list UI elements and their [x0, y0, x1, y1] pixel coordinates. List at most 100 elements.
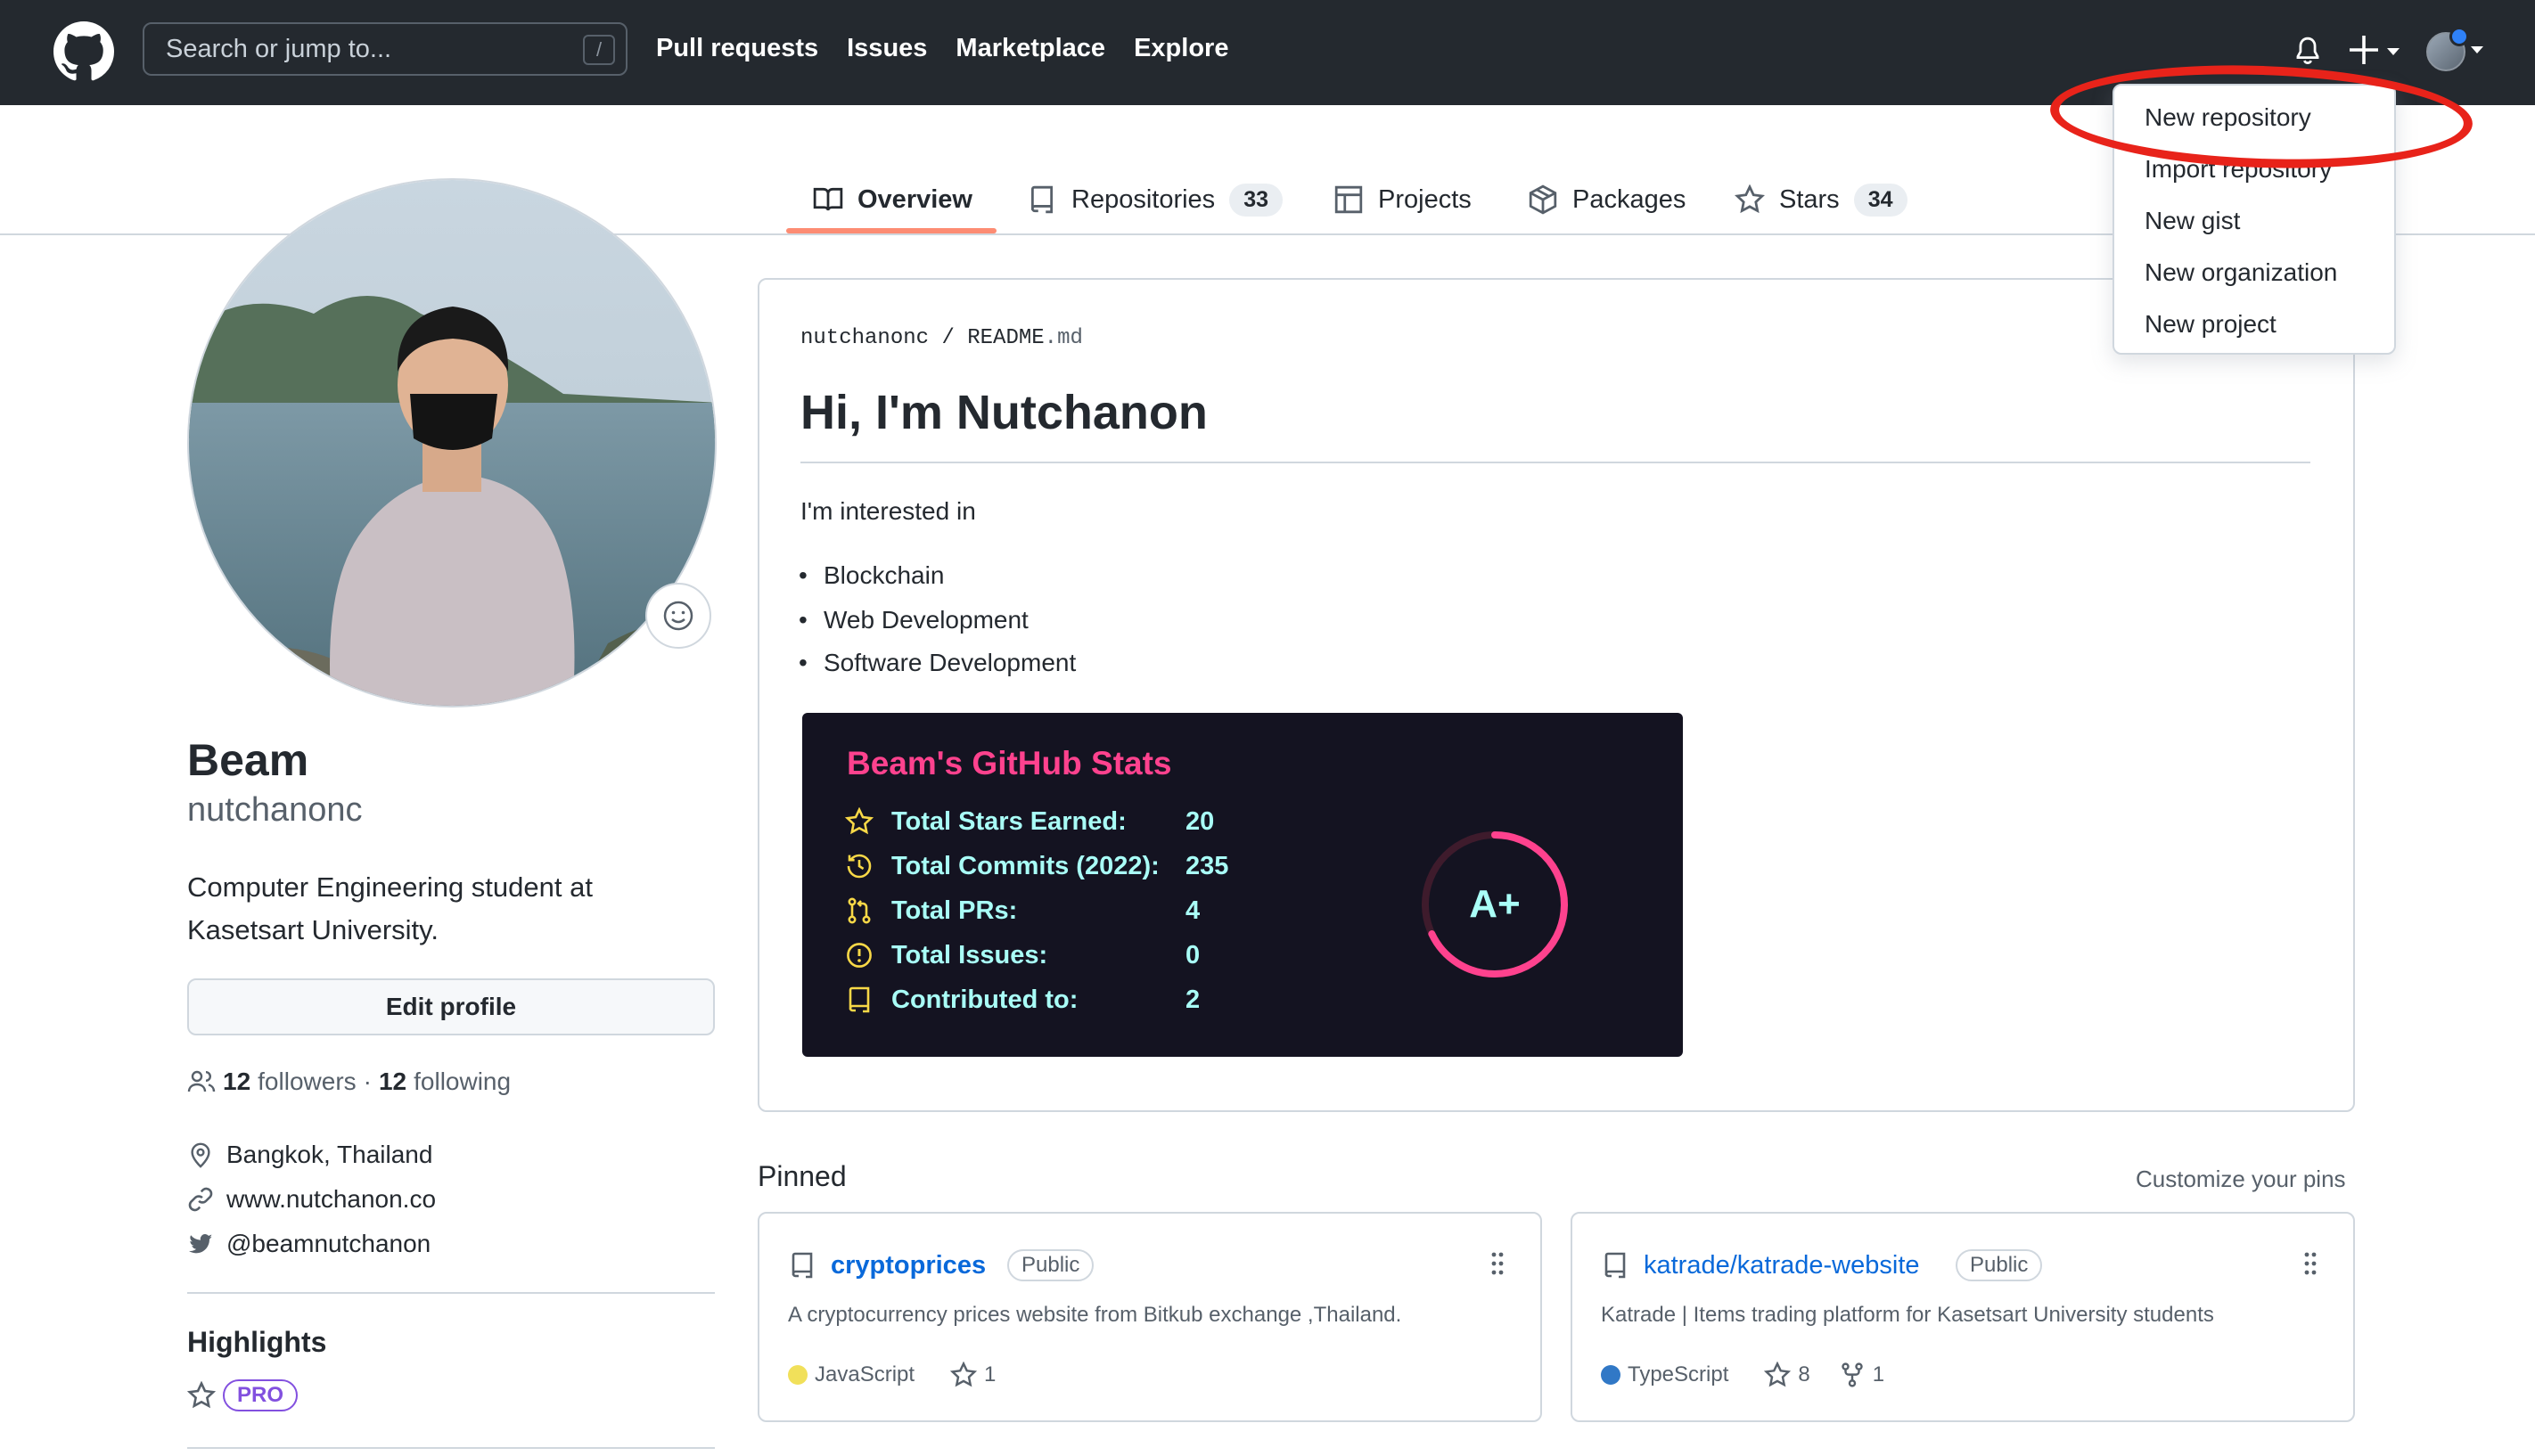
interest-item: Software Development — [799, 649, 1076, 677]
menu-item-new-gist[interactable]: New gist — [2145, 207, 2240, 235]
sidebar-divider — [187, 1292, 715, 1294]
drag-handle-icon[interactable] — [2303, 1251, 2318, 1276]
menu-item-new-organization[interactable]: New organization — [2145, 258, 2337, 287]
customize-pins-link[interactable]: Customize your pins — [2136, 1166, 2346, 1193]
repo-description: Katrade | Items trading platform for Kas… — [1601, 1303, 2214, 1327]
star-icon — [1735, 184, 1765, 214]
star-icon[interactable] — [1764, 1362, 1792, 1388]
chevron-down-icon[interactable] — [2471, 46, 2483, 53]
stat-label: Total PRs: — [891, 896, 1018, 925]
drag-handle-icon[interactable] — [1490, 1251, 1505, 1276]
repositories-count-badge: 33 — [1229, 183, 1283, 217]
tab-overview[interactable]: Overview — [813, 166, 972, 233]
followers-link[interactable]: followers — [258, 1067, 356, 1096]
tab-projects[interactable]: Projects — [1333, 166, 1472, 233]
stat-value: 235 — [1185, 852, 1229, 880]
stat-value: 20 — [1185, 807, 1215, 836]
table-icon — [1334, 185, 1363, 214]
issue-icon — [847, 943, 872, 968]
package-icon — [1529, 184, 1557, 215]
create-new-plus-icon[interactable] — [2350, 32, 2403, 68]
star-icon — [187, 1381, 216, 1409]
location-text: Bangkok, Thailand — [226, 1141, 433, 1168]
profile-username: nutchanonc — [187, 791, 363, 829]
star-icon[interactable] — [950, 1362, 978, 1388]
nav-issues[interactable]: Issues — [847, 34, 927, 63]
repo-icon — [1030, 185, 1054, 214]
twitter-row: @beamnutchanon — [187, 1230, 431, 1258]
people-icon — [187, 1070, 216, 1092]
readme-heading: Hi, I'm Nutchanon — [800, 386, 1208, 439]
repo-language: TypeScript — [1628, 1362, 1729, 1386]
stat-label: Total Issues: — [891, 941, 1048, 969]
twitter-link[interactable]: @beamnutchanon — [226, 1230, 431, 1258]
pro-highlight: PRO — [187, 1379, 299, 1411]
repo-forks-count[interactable]: 1 — [1873, 1362, 1884, 1387]
highlights-heading: Highlights — [187, 1326, 327, 1358]
top-nav: Pull requests Issues Marketplace Explore — [656, 34, 1228, 63]
interest-item: Web Development — [799, 606, 1029, 634]
rank-progress-ring: A+ — [1422, 831, 1568, 977]
readme-path-separator: / — [941, 326, 955, 350]
github-stats-card: Beam's GitHub Stats Total Stars Earned: … — [802, 713, 1683, 1057]
interest-item: Blockchain — [799, 561, 944, 590]
repo-stars-count[interactable]: 1 — [984, 1362, 996, 1387]
search-box[interactable]: / — [143, 22, 628, 76]
readme-path-ext: .md — [1044, 326, 1083, 350]
repo-name-link[interactable]: cryptoprices — [831, 1251, 986, 1280]
website-link[interactable]: www.nutchanon.co — [226, 1185, 436, 1214]
sidebar-divider — [187, 1447, 715, 1449]
stat-value: 0 — [1185, 941, 1201, 969]
pinned-heading: Pinned — [758, 1160, 847, 1192]
repo-meta: JavaScript 1 — [788, 1362, 996, 1388]
following-link[interactable]: following — [414, 1067, 511, 1096]
repo-icon — [1604, 1252, 1626, 1279]
tab-packages[interactable]: Packages — [1528, 166, 1686, 233]
visibility-badge: Public — [1956, 1249, 2043, 1281]
repo-description: A cryptocurrency prices website from Bit… — [788, 1303, 1402, 1327]
repo-name-link[interactable]: katrade/katrade-website — [1644, 1251, 1920, 1280]
star-icon — [845, 807, 874, 835]
readme-path-user[interactable]: nutchanonc — [800, 326, 929, 350]
repo-icon — [849, 986, 870, 1013]
twitter-icon — [188, 1234, 213, 1254]
notifications-bell-icon[interactable] — [2293, 34, 2323, 68]
fork-icon[interactable] — [1839, 1362, 1866, 1388]
rank-grade: A+ — [1469, 882, 1520, 926]
tab-label: Overview — [857, 184, 972, 214]
set-status-button[interactable] — [645, 583, 711, 649]
active-tab-indicator — [786, 228, 997, 233]
nav-pull-requests[interactable]: Pull requests — [656, 34, 818, 63]
github-logo-icon[interactable] — [53, 21, 114, 82]
stat-value: 2 — [1185, 986, 1201, 1014]
readme-path-file[interactable]: README — [967, 326, 1044, 350]
menu-item-new-project[interactable]: New project — [2145, 310, 2277, 339]
profile-avatar[interactable] — [187, 178, 717, 708]
tab-label: Stars — [1779, 184, 1840, 214]
smiley-icon — [663, 601, 693, 631]
tab-repositories[interactable]: Repositories 33 — [1027, 166, 1283, 233]
nav-marketplace[interactable]: Marketplace — [956, 34, 1105, 63]
nav-explore[interactable]: Explore — [1134, 34, 1228, 63]
profile-bio: Computer Engineering student at Kasetsar… — [187, 871, 593, 945]
following-count[interactable]: 12 — [379, 1067, 406, 1096]
search-input[interactable] — [144, 24, 626, 74]
pro-badge[interactable]: PRO — [223, 1379, 299, 1411]
tab-stars[interactable]: Stars 34 — [1735, 166, 1907, 233]
book-icon — [813, 187, 843, 211]
stat-label: Total Commits (2022): — [891, 852, 1160, 880]
tab-label: Projects — [1378, 184, 1472, 214]
website-row: www.nutchanon.co — [187, 1185, 436, 1214]
stat-label: Contributed to: — [891, 986, 1079, 1014]
language-color-dot — [788, 1365, 808, 1385]
stars-count-badge: 34 — [1853, 183, 1907, 217]
follow-separator: · — [363, 1067, 372, 1095]
repo-meta: TypeScript 8 1 — [1601, 1362, 1884, 1388]
readme-rule — [800, 462, 2310, 463]
language-color-dot — [1601, 1365, 1620, 1385]
followers-count[interactable]: 12 — [223, 1067, 250, 1096]
edit-profile-button[interactable]: Edit profile — [187, 978, 715, 1035]
tab-label: Repositories — [1071, 184, 1216, 214]
repo-stars-count[interactable]: 8 — [1798, 1362, 1809, 1387]
link-icon — [188, 1187, 213, 1212]
